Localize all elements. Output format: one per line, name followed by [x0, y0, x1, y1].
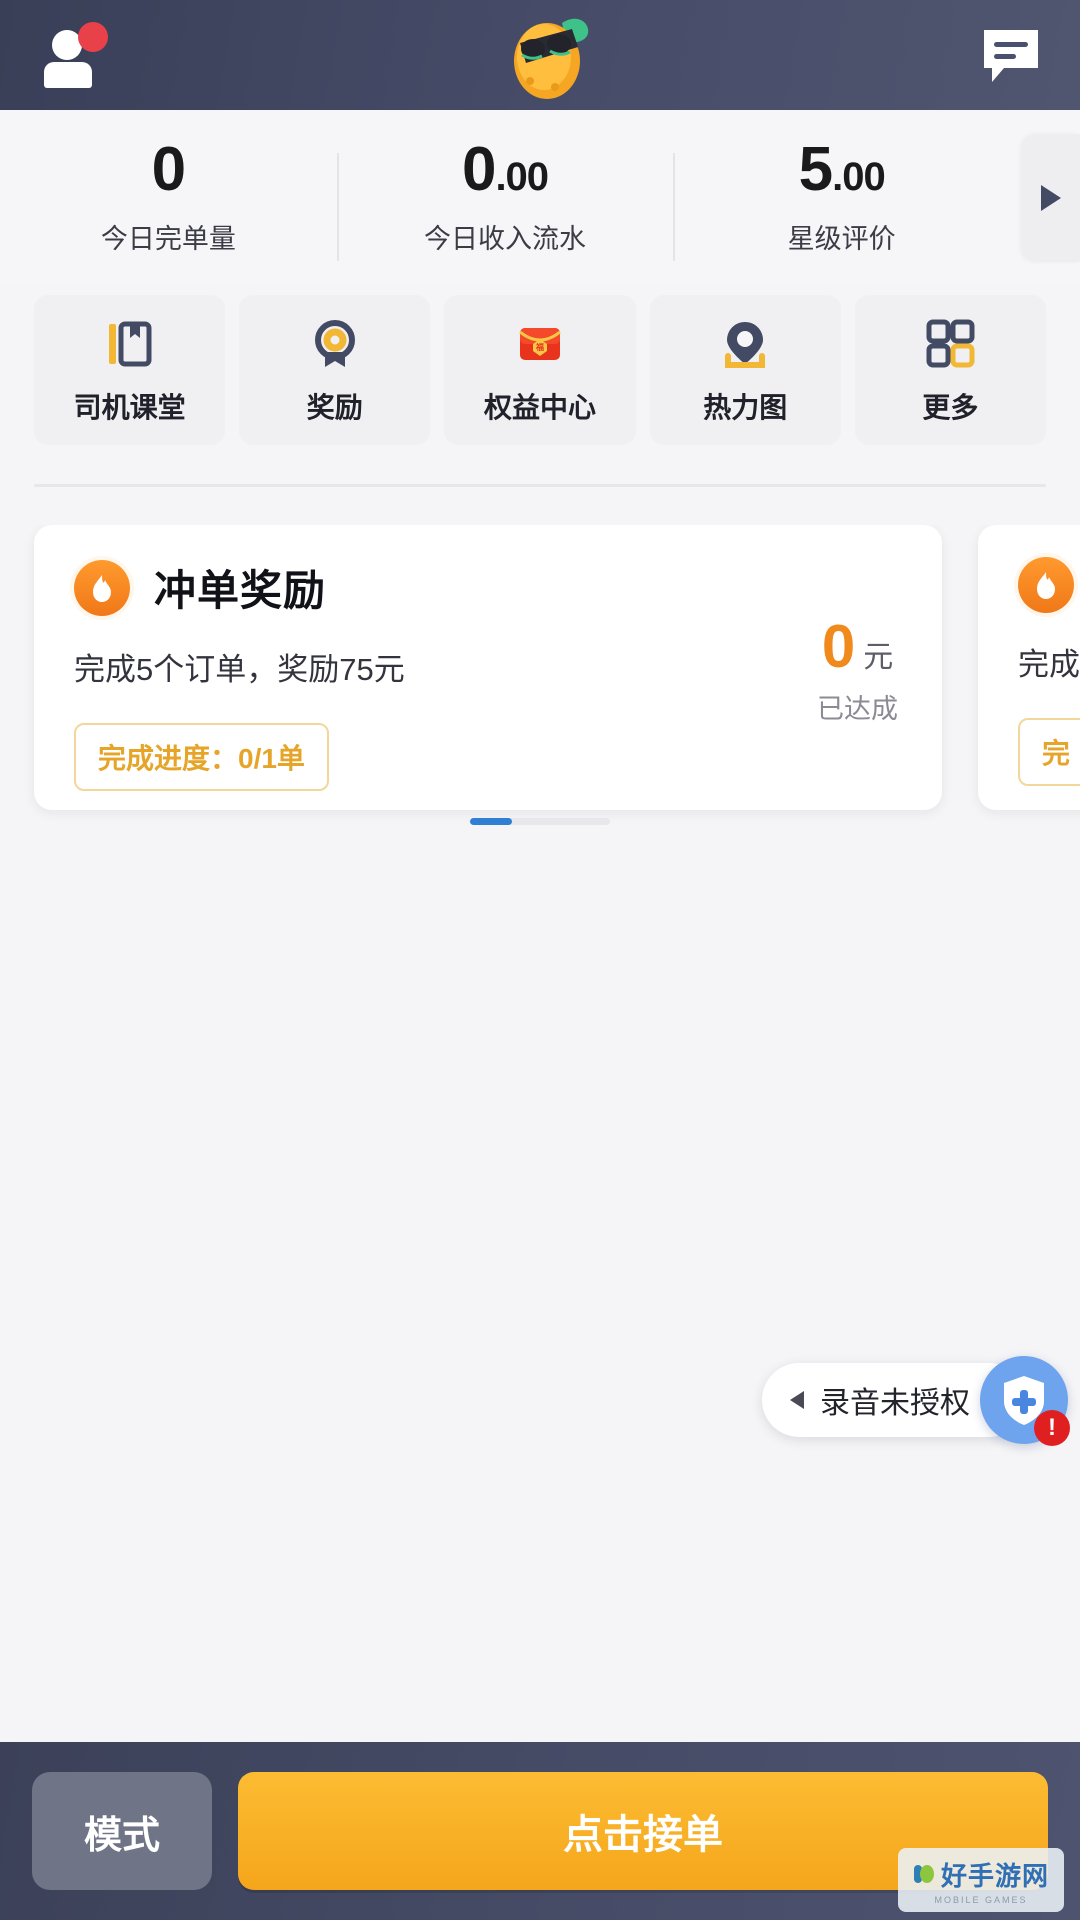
- permission-label: 录音未授权: [820, 1387, 970, 1420]
- quick-action-driver-class[interactable]: 司机课堂: [34, 295, 226, 445]
- quick-actions-row: 司机课堂 奖励 福 权益中心 热力图 更多: [0, 285, 1080, 445]
- medal-icon: [306, 314, 364, 372]
- quick-action-label: 奖励: [306, 392, 363, 423]
- reward-progress-chip: 完: [1018, 718, 1080, 786]
- shield-plus-button[interactable]: !: [980, 1356, 1070, 1446]
- bottom-action-bar: 模式 点击接单 好手游网 MOBILE GAMES: [0, 1742, 1080, 1920]
- quick-action-benefits-center[interactable]: 福 权益中心: [444, 295, 636, 445]
- grid-icon: [921, 314, 979, 372]
- flame-icon: [74, 559, 130, 616]
- content-empty-area: 录音未授权 !: [0, 825, 1080, 1742]
- reward-card-title: 冲单奖励: [154, 567, 327, 614]
- quick-action-label: 司机课堂: [73, 392, 186, 423]
- stat-label: 今日收入流水: [424, 224, 586, 254]
- chat-bubble-icon: [984, 30, 1038, 82]
- red-envelope-icon: 福: [511, 314, 569, 372]
- stat-value: 5.00: [799, 139, 886, 201]
- stat-star-rating[interactable]: 5.00 星级评价: [673, 139, 1010, 261]
- svg-text:福: 福: [535, 342, 544, 352]
- watermark-logo-icon: [913, 1865, 934, 1883]
- person-icon-body: [44, 62, 92, 88]
- stat-today-income[interactable]: 0.00 今日收入流水: [336, 139, 674, 261]
- permission-float[interactable]: 录音未授权 !: [762, 1356, 1070, 1446]
- book-icon: [101, 314, 159, 372]
- reward-card[interactable]: 冲单奖励 完成5个订单，奖励75元 0 元 已达成 完成进度：0/1单: [34, 525, 942, 810]
- app-header: [0, 0, 1080, 110]
- section-divider: [34, 483, 1046, 487]
- stat-value: 0.00: [462, 139, 549, 201]
- stat-label: 今日完单量: [100, 224, 236, 254]
- reward-card-amount: 0 元: [817, 617, 898, 677]
- reward-card-header: [1018, 557, 1080, 613]
- stats-expand-button[interactable]: [1022, 134, 1080, 262]
- orange-sunglasses-logo-icon: [500, 7, 600, 103]
- profile-button[interactable]: [34, 20, 124, 90]
- reward-card-subtitle: 完成: [1018, 647, 1080, 682]
- reward-amount-unit: 元: [863, 641, 894, 674]
- quick-action-rewards[interactable]: 奖励: [239, 295, 431, 445]
- reward-amount-value: 0: [821, 613, 856, 680]
- stat-today-orders[interactable]: 0 今日完单量: [0, 139, 337, 256]
- stat-label: 星级评价: [787, 224, 896, 254]
- reward-card-subtitle: 完成5个订单，奖励75元: [74, 652, 405, 687]
- mode-button[interactable]: 模式: [32, 1772, 212, 1890]
- watermark: 好手游网 MOBILE GAMES: [898, 1848, 1064, 1912]
- reward-card[interactable]: 完成 完: [978, 525, 1080, 810]
- quick-action-label: 权益中心: [484, 392, 597, 423]
- stat-decimal: .00: [832, 155, 886, 199]
- reward-cards-track: 冲单奖励 完成5个订单，奖励75元 0 元 已达成 完成进度：0/1单 完成 完: [34, 525, 1080, 810]
- quick-action-label: 热力图: [703, 392, 788, 423]
- map-pin-icon: [716, 314, 774, 372]
- reward-card-header: 冲单奖励: [74, 557, 902, 618]
- flame-icon: [1018, 557, 1074, 613]
- stat-value: 0: [152, 139, 186, 201]
- chat-button[interactable]: [976, 22, 1046, 88]
- reward-card-amount-block: 0 元 已达成: [817, 617, 898, 726]
- stats-section: 0 今日完单量 0.00 今日收入流水 5.00 星级评价: [0, 110, 1080, 285]
- stat-decimal: .00: [495, 155, 549, 199]
- reward-progress-chip: 完成进度：0/1单: [74, 723, 329, 791]
- carousel-scroll-indicator[interactable]: [470, 818, 610, 825]
- quick-action-label: 更多: [922, 392, 979, 423]
- watermark-subtitle: MOBILE GAMES: [934, 1894, 1028, 1905]
- stat-integer: 0: [461, 135, 496, 204]
- quick-action-more[interactable]: 更多: [854, 295, 1047, 445]
- reward-amount-note: 已达成: [817, 694, 898, 724]
- stat-integer: 0: [151, 135, 186, 204]
- reward-cards-carousel[interactable]: 冲单奖励 完成5个订单，奖励75元 0 元 已达成 完成进度：0/1单 完成 完: [0, 525, 1080, 825]
- stat-integer: 5: [798, 135, 833, 204]
- notification-dot-icon: [78, 22, 108, 52]
- alert-badge: !: [1034, 1410, 1070, 1446]
- chevron-left-icon: [790, 1391, 804, 1409]
- stats-row: 0 今日完单量 0.00 今日收入流水 5.00 星级评价: [0, 110, 1080, 285]
- watermark-row: 好手游网: [913, 1856, 1049, 1893]
- watermark-text: 好手游网: [940, 1860, 1049, 1891]
- play-arrow-icon: [1041, 185, 1061, 211]
- carousel-scroll-thumb: [470, 818, 512, 825]
- app-screen: 0 今日完单量 0.00 今日收入流水 5.00 星级评价 司机课堂 奖励 福 …: [0, 0, 1080, 1920]
- quick-action-heatmap[interactable]: 热力图: [649, 295, 841, 445]
- section-divider-wrap: [0, 445, 1080, 525]
